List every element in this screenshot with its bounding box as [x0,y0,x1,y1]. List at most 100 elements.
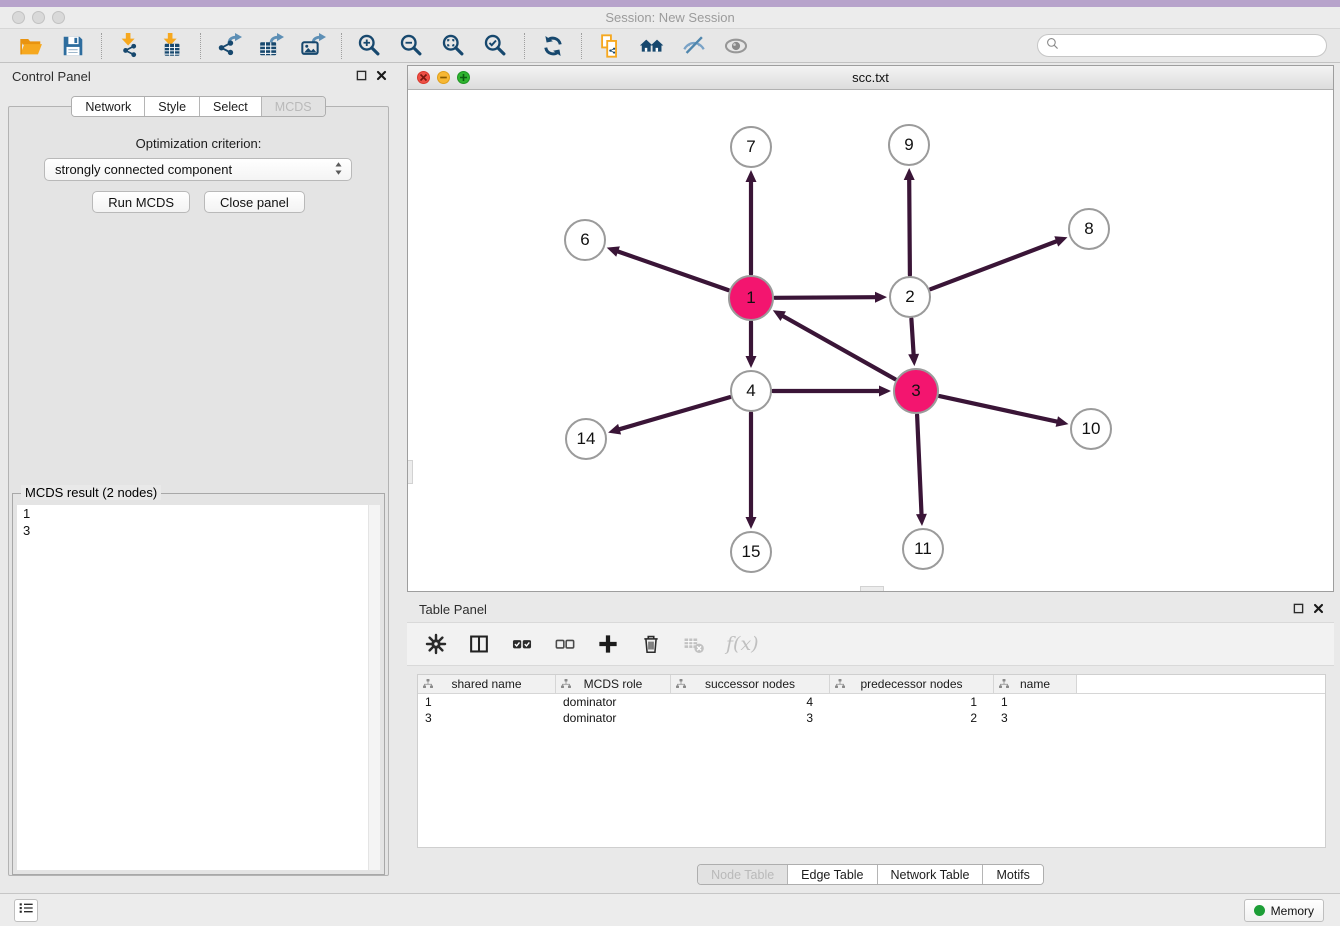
workspace: Control Panel NetworkStyleSelectMCDS Opt… [0,63,1340,893]
add-row-icon[interactable] [597,633,619,655]
result-scrollbar[interactable] [368,505,380,870]
close-table-panel-icon[interactable] [1313,603,1324,614]
control-panel-titlebar: Control Panel [0,63,397,89]
optimization-criterion-label: Optimization criterion: [0,136,397,151]
column-header-shared-name[interactable]: shared name [418,675,556,693]
table-toolbar: f(x) [407,622,1334,666]
table-settings-icon[interactable] [425,633,447,655]
toolbar-separator [101,33,102,59]
tab-mcds[interactable]: MCDS [262,97,325,116]
search-input[interactable] [1064,39,1318,53]
close-panel-icon[interactable] [376,70,387,81]
table-row[interactable]: 1dominator411 [418,694,1325,710]
mcds-result-list[interactable]: 13 [17,505,380,870]
table-cell[interactable]: 1 [418,694,556,710]
control-panel-title: Control Panel [12,69,91,84]
task-history-button[interactable] [14,899,38,922]
clone-network-icon[interactable] [593,31,627,61]
table-cell[interactable]: 2 [830,710,994,726]
hide-selected-icon[interactable] [677,31,711,61]
tab-edge-table[interactable]: Edge Table [788,865,877,884]
graph-node-8[interactable]: 8 [1068,208,1110,250]
table-panel-tabs: Node TableEdge TableNetwork TableMotifs [407,864,1334,885]
optimization-criterion-select[interactable]: strongly connected component [44,158,352,181]
run-mcds-button[interactable]: Run MCDS [92,191,190,213]
float-panel-icon[interactable] [356,70,367,81]
tab-bar: NetworkStyleSelectMCDS [71,96,325,117]
table-cell[interactable]: 1 [994,694,1077,710]
mcds-result-title: MCDS result (2 nodes) [21,485,161,500]
network-file-title: scc.txt [408,70,1333,85]
graph-node-4[interactable]: 4 [730,370,772,412]
node-table: shared nameMCDS rolesuccessor nodesprede… [417,674,1326,848]
graph-node-10[interactable]: 10 [1070,408,1112,450]
zoom-out-icon[interactable] [395,31,429,61]
tab-motifs[interactable]: Motifs [983,865,1042,884]
graph-node-1[interactable]: 1 [728,275,774,321]
delete-table-icon[interactable] [683,633,705,655]
import-network-icon[interactable] [113,31,147,61]
table-cell[interactable]: 4 [671,694,830,710]
zoom-in-icon[interactable] [353,31,387,61]
table-row[interactable]: 3dominator323 [418,710,1325,726]
column-header-successor-nodes[interactable]: successor nodes [671,675,830,693]
tab-style[interactable]: Style [145,97,200,116]
graph-node-11[interactable]: 11 [902,528,944,570]
mcds-result-group: MCDS result (2 nodes) 13 [12,493,385,875]
memory-button[interactable]: Memory [1244,899,1324,922]
graph-node-7[interactable]: 7 [730,126,772,168]
tab-node-table[interactable]: Node Table [698,865,788,884]
network-window-titlebar[interactable]: scc.txt [408,66,1333,90]
graph-node-3[interactable]: 3 [893,368,939,414]
graph-node-2[interactable]: 2 [889,276,931,318]
tab-network[interactable]: Network [72,97,145,116]
float-table-panel-icon[interactable] [1293,603,1304,614]
open-session-icon[interactable] [14,31,48,61]
mcds-result-item[interactable]: 1 [17,505,380,522]
tab-bar: Node TableEdge TableNetwork TableMotifs [697,864,1044,885]
canvas-splitter-handle-bottom[interactable] [860,586,884,591]
column-header-MCDS-role[interactable]: MCDS role [556,675,671,693]
graph-node-6[interactable]: 6 [564,219,606,261]
function-builder-icon[interactable]: f(x) [726,633,759,655]
table-cell[interactable]: dominator [556,694,671,710]
table-panel-titlebar: Table Panel [407,596,1334,622]
table-cell[interactable]: 3 [418,710,556,726]
window-titlebar: Session: New Session [0,7,1340,29]
zoom-fit-icon[interactable] [437,31,471,61]
export-table-icon[interactable] [254,31,288,61]
save-session-icon[interactable] [56,31,90,61]
graph-node-15[interactable]: 15 [730,531,772,573]
export-network-icon[interactable] [212,31,246,61]
table-cell[interactable]: 1 [830,694,994,710]
graph-node-14[interactable]: 14 [565,418,607,460]
close-panel-button[interactable]: Close panel [204,191,305,213]
first-neighbors-icon[interactable] [635,31,669,61]
show-all-icon[interactable] [719,31,753,61]
tab-select[interactable]: Select [200,97,262,116]
import-table-icon[interactable] [155,31,189,61]
export-image-icon[interactable] [296,31,330,61]
table-cell[interactable]: dominator [556,710,671,726]
graph-node-9[interactable]: 9 [888,124,930,166]
delete-row-icon[interactable] [640,633,662,655]
column-browser-icon[interactable] [468,633,490,655]
session-title: Session: New Session [0,10,1340,25]
search-box[interactable] [1037,34,1327,57]
table-header-row: shared nameMCDS rolesuccessor nodesprede… [418,675,1325,694]
table-panel-title: Table Panel [419,602,487,617]
optimization-criterion-value: strongly connected component [55,162,334,177]
tab-network-table[interactable]: Network Table [878,865,984,884]
select-all-rows-icon[interactable] [511,633,533,655]
column-header-name[interactable]: name [994,675,1077,693]
table-cell[interactable]: 3 [994,710,1077,726]
column-header-predecessor-nodes[interactable]: predecessor nodes [830,675,994,693]
refresh-icon[interactable] [536,31,570,61]
toolbar-icon-groups [10,31,757,61]
network-canvas[interactable]: 1 2 3 4 6 7 8 9 10 11 14 15 [408,90,1333,591]
canvas-splitter-handle-left[interactable] [408,460,413,484]
mcds-result-item[interactable]: 3 [17,522,380,539]
zoom-selected-icon[interactable] [479,31,513,61]
deselect-all-rows-icon[interactable] [554,633,576,655]
table-cell[interactable]: 3 [671,710,830,726]
